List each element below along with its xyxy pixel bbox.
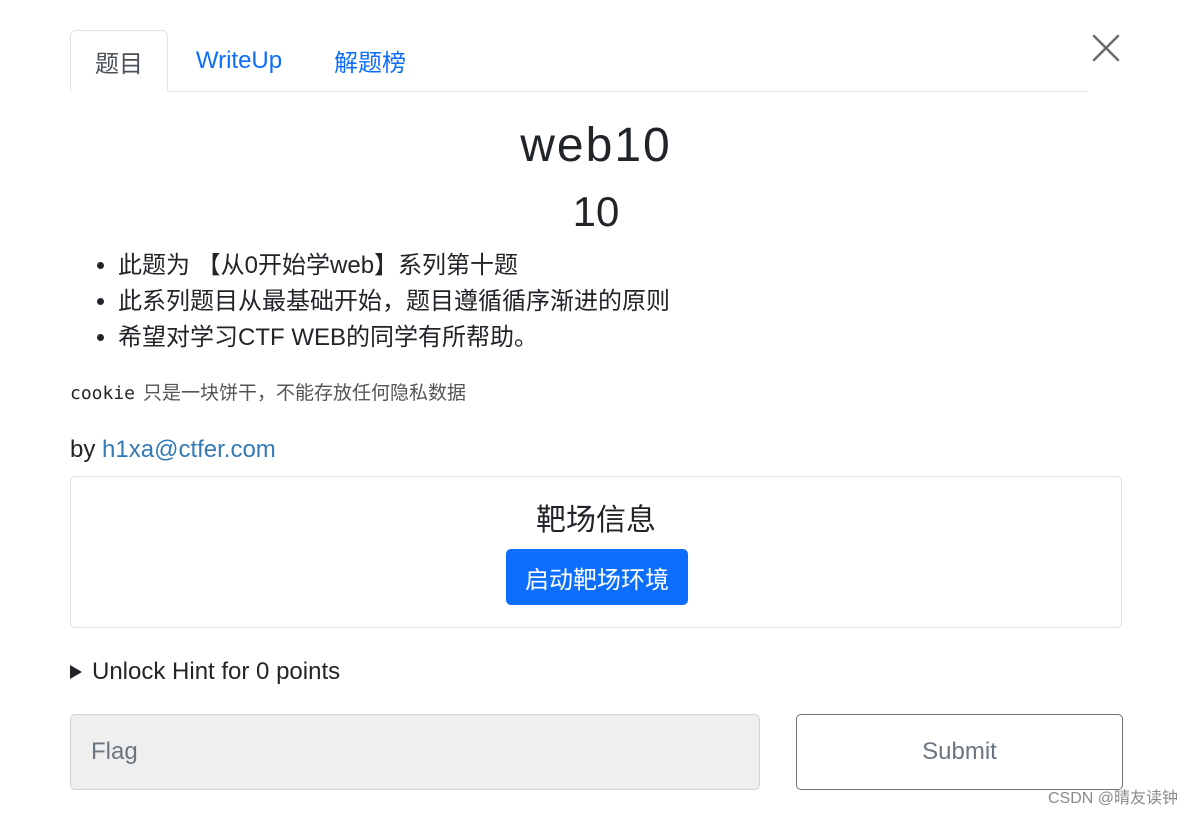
target-info-title: 靶场信息 <box>536 504 656 537</box>
start-target-button[interactable]: 启动靶场环境 <box>506 549 688 605</box>
unlock-hint-toggle[interactable]: Unlock Hint for 0 points <box>70 656 340 688</box>
challenge-points: 10 <box>572 188 620 235</box>
close-button[interactable] <box>1090 30 1122 66</box>
tab-solves[interactable]: 解题榜 <box>310 30 430 91</box>
author-email-link[interactable]: h1xa@ctfer.com <box>102 436 276 463</box>
challenge-note: cookie 只是一块饼干，不能存放任何隐私数据 <box>70 379 466 408</box>
disclosure-triangle-icon <box>70 665 82 679</box>
watermark: CSDN @晴友读钟 <box>1047 790 1178 807</box>
tab-writeup[interactable]: WriteUp <box>168 30 310 91</box>
note-text: 只是一块饼干，不能存放任何隐私数据 <box>143 382 467 404</box>
challenge-description: 此题为 【从0开始学web】系列第十题 此系列题目从最基础开始，题目遵循循序渐进… <box>70 248 670 356</box>
description-item: 希望对学习CTF WEB的同学有所帮助。 <box>118 320 670 356</box>
tab-challenge[interactable]: 题目 <box>70 30 168 92</box>
description-item: 此系列题目从最基础开始，题目遵循循序渐进的原则 <box>118 284 670 320</box>
author-prefix: by <box>70 436 96 463</box>
close-icon <box>1092 34 1120 62</box>
note-code: cookie <box>70 383 136 404</box>
hint-label: Unlock Hint for 0 points <box>92 658 341 685</box>
description-item: 此题为 【从0开始学web】系列第十题 <box>118 248 670 284</box>
challenge-modal: 题目 WriteUp 解题榜 web10 10 此题为 【从0开始学web】系列… <box>0 0 1192 817</box>
target-info-card: 靶场信息 启动靶场环境 <box>70 476 1122 628</box>
submit-button[interactable]: Submit <box>796 714 1123 790</box>
flag-input[interactable] <box>70 714 760 790</box>
challenge-name: web10 <box>520 119 672 172</box>
challenge-tabs: 题目 WriteUp 解题榜 <box>70 30 1088 92</box>
challenge-author: by h1xa@ctfer.com <box>70 434 276 466</box>
